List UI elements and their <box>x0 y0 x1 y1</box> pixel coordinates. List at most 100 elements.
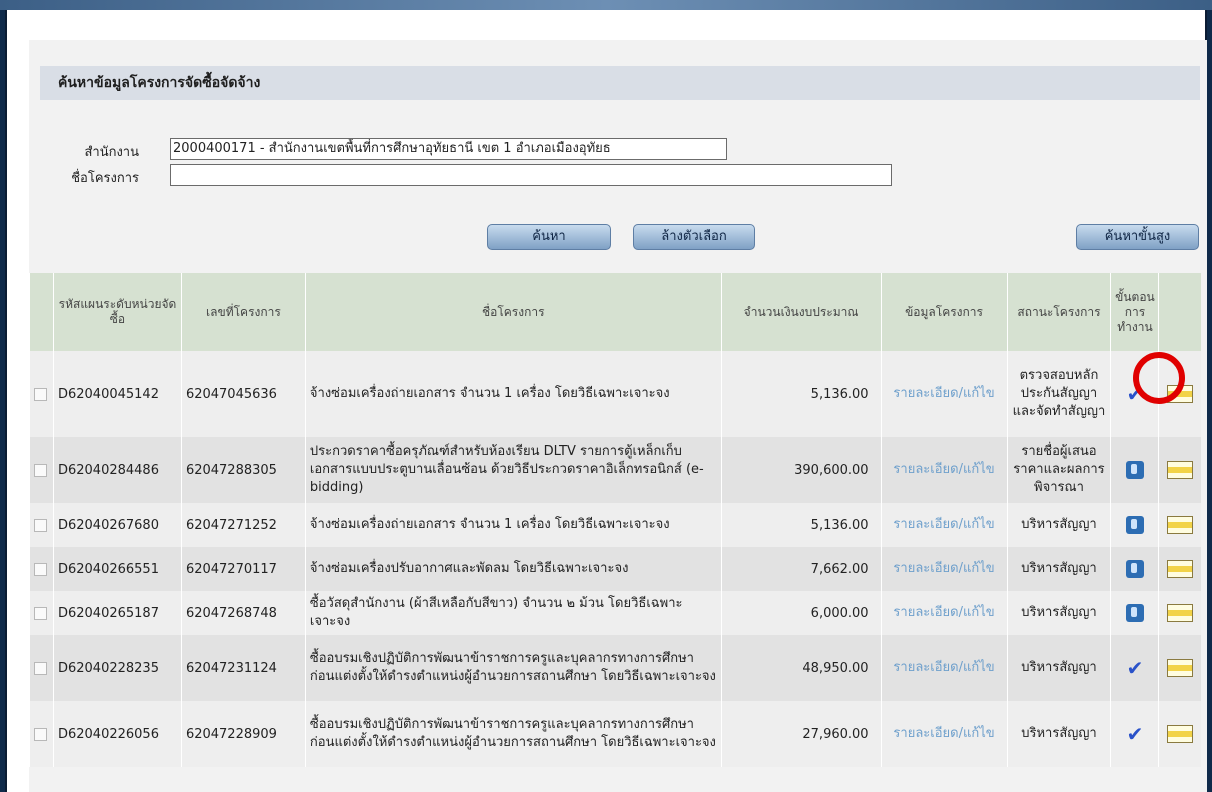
project-name-label: ชื่อโครงการ <box>71 171 139 186</box>
step-cell <box>1110 591 1159 635</box>
document-icon[interactable] <box>1167 725 1194 743</box>
status-cell: บริหารสัญญา <box>1006 503 1111 547</box>
projects-table: รหัสแผนระดับหน่วยจัดซื้อ เลขที่โครงการ ช… <box>29 273 1201 767</box>
advanced-search-button[interactable]: ค้นหาขั้นสูง <box>1076 224 1199 250</box>
office-field[interactable]: 2000400171 - สำนักงานเขตพื้นที่การศึกษาอ… <box>170 138 727 160</box>
detail-edit-link[interactable]: รายละเอียด/แก้ไข <box>880 503 1007 547</box>
header-project-name: ชื่อโครงการ <box>304 273 722 351</box>
step-cell: ✔ <box>1110 635 1159 701</box>
row-select-cell <box>29 503 54 547</box>
table-row: D62040226056 62047228909 ซื้ออบรมเชิงปฏิบั… <box>29 701 1201 767</box>
project-no-cell: 62047270117 <box>180 547 306 591</box>
status-cell: ตรวจสอบหลักประกันสัญญาและจัดทำสัญญา <box>1006 351 1111 437</box>
document-icon[interactable] <box>1167 659 1194 677</box>
detail-edit-link[interactable]: รายละเอียด/แก้ไข <box>880 591 1007 635</box>
detail-edit-link[interactable]: รายละเอียด/แก้ไข <box>880 635 1007 701</box>
action-cell <box>1158 635 1201 701</box>
action-cell <box>1158 547 1201 591</box>
tool-icon[interactable] <box>1125 516 1144 534</box>
row-checkbox[interactable] <box>34 661 47 675</box>
row-select-cell <box>29 547 54 591</box>
project-no-cell: 62047271252 <box>180 503 306 547</box>
row-checkbox[interactable] <box>34 387 47 401</box>
row-select-cell <box>29 701 54 767</box>
project-no-cell: 62047231124 <box>180 635 306 701</box>
budget-cell: 48,950.00 <box>720 635 882 701</box>
table-row: D62040266551 62047270117 จ้างซ่อมเครื่องปร… <box>29 547 1201 591</box>
clear-button[interactable]: ล้างตัวเลือก <box>633 224 755 250</box>
status-cell: บริหารสัญญา <box>1006 591 1111 635</box>
project-name-input[interactable] <box>170 164 892 186</box>
project-no-cell: 62047268748 <box>180 591 306 635</box>
project-name-cell: ซื้อวัสดุสำนักงาน (ผ้าสีเหลือกับสีขาว) จ… <box>304 591 722 635</box>
budget-cell: 5,136.00 <box>720 503 882 547</box>
table-row: D62040045142 62047045636 จ้างซ่อมเครื่องถ่… <box>29 351 1201 437</box>
check-icon[interactable]: ✔ <box>1127 382 1144 406</box>
row-checkbox[interactable] <box>34 518 47 532</box>
step-cell: ✔ <box>1110 351 1159 437</box>
search-button[interactable]: ค้นหา <box>487 224 611 250</box>
action-cell <box>1158 437 1201 503</box>
plan-code-cell: D62040045142 <box>52 351 182 437</box>
tool-icon[interactable] <box>1125 560 1144 578</box>
plan-code-cell: D62040267680 <box>52 503 182 547</box>
document-icon[interactable] <box>1167 385 1194 403</box>
project-name-cell: จ้างซ่อมเครื่องปรับอากาศและพัดลม โดยวิธี… <box>304 547 722 591</box>
budget-cell: 5,136.00 <box>720 351 882 437</box>
plan-code-cell: D62040265187 <box>52 591 182 635</box>
budget-cell: 7,662.00 <box>720 547 882 591</box>
office-label: สำนักงาน <box>84 145 139 160</box>
action-cell <box>1158 503 1201 547</box>
action-cell <box>1158 591 1201 635</box>
document-icon[interactable] <box>1167 560 1194 578</box>
project-name-cell: จ้างซ่อมเครื่องถ่ายเอกสาร จำนวน 1 เครื่อ… <box>304 503 722 547</box>
project-name-cell: ซื้ออบรมเชิงปฏิบัติการพัฒนาข้าราชการครูแ… <box>304 701 722 767</box>
row-checkbox[interactable] <box>34 463 47 477</box>
project-no-cell: 62047228909 <box>180 701 306 767</box>
table-row: D62040228235 62047231124 ซื้ออบรมเชิงปฏิบั… <box>29 635 1201 701</box>
plan-code-cell: D62040266551 <box>52 547 182 591</box>
tool-icon[interactable] <box>1125 604 1144 622</box>
header-action <box>1158 273 1201 351</box>
document-icon[interactable] <box>1167 461 1194 479</box>
detail-edit-link[interactable]: รายละเอียด/แก้ไข <box>880 437 1007 503</box>
section-title: ค้นหาข้อมูลโครงการจัดซื้อจัดจ้าง <box>40 66 1200 100</box>
table-row: D62040284486 62047288305 ประกวดราคาซื้อครุ… <box>29 437 1201 503</box>
plan-code-cell: D62040228235 <box>52 635 182 701</box>
detail-edit-link[interactable]: รายละเอียด/แก้ไข <box>880 701 1007 767</box>
status-cell: รายชื่อผู้เสนอราคาและผลการพิจารณา <box>1006 437 1111 503</box>
plan-code-cell: D62040226056 <box>52 701 182 767</box>
project-name-cell: จ้างซ่อมเครื่องถ่ายเอกสาร จำนวน 1 เครื่อ… <box>304 351 722 437</box>
check-icon[interactable]: ✔ <box>1127 722 1144 746</box>
header-plan-code: รหัสแผนระดับหน่วยจัดซื้อ <box>52 273 182 351</box>
header-select <box>29 273 54 351</box>
row-select-cell <box>29 591 54 635</box>
table-row: D62040267680 62047271252 จ้างซ่อมเครื่องถ่… <box>29 503 1201 547</box>
tool-icon[interactable] <box>1125 461 1144 479</box>
header-status: สถานะโครงการ <box>1006 273 1111 351</box>
row-select-cell <box>29 635 54 701</box>
row-checkbox[interactable] <box>34 727 47 741</box>
header-project-no: เลขที่โครงการ <box>180 273 306 351</box>
header-budget: จำนวนเงินงบประมาณ <box>720 273 882 351</box>
page-frame: ค้นหาข้อมูลโครงการจัดซื้อจัดจ้าง สำนักงา… <box>5 10 1207 792</box>
status-cell: บริหารสัญญา <box>1006 547 1111 591</box>
check-icon[interactable]: ✔ <box>1127 656 1144 680</box>
row-checkbox[interactable] <box>34 606 47 620</box>
detail-edit-link[interactable]: รายละเอียด/แก้ไข <box>880 547 1007 591</box>
row-select-cell <box>29 351 54 437</box>
status-cell: บริหารสัญญา <box>1006 701 1111 767</box>
row-checkbox[interactable] <box>34 562 47 576</box>
step-cell <box>1110 437 1159 503</box>
action-cell <box>1158 351 1201 437</box>
step-cell <box>1110 547 1159 591</box>
detail-edit-link[interactable]: รายละเอียด/แก้ไข <box>880 351 1007 437</box>
plan-code-cell: D62040284486 <box>52 437 182 503</box>
document-icon[interactable] <box>1167 516 1194 534</box>
document-icon[interactable] <box>1167 604 1194 622</box>
step-cell <box>1110 503 1159 547</box>
search-panel: ค้นหาข้อมูลโครงการจัดซื้อจัดจ้าง สำนักงา… <box>29 40 1207 792</box>
budget-cell: 27,960.00 <box>720 701 882 767</box>
status-cell: บริหารสัญญา <box>1006 635 1111 701</box>
header-step: ขั้นตอนการทำงาน <box>1110 273 1159 351</box>
